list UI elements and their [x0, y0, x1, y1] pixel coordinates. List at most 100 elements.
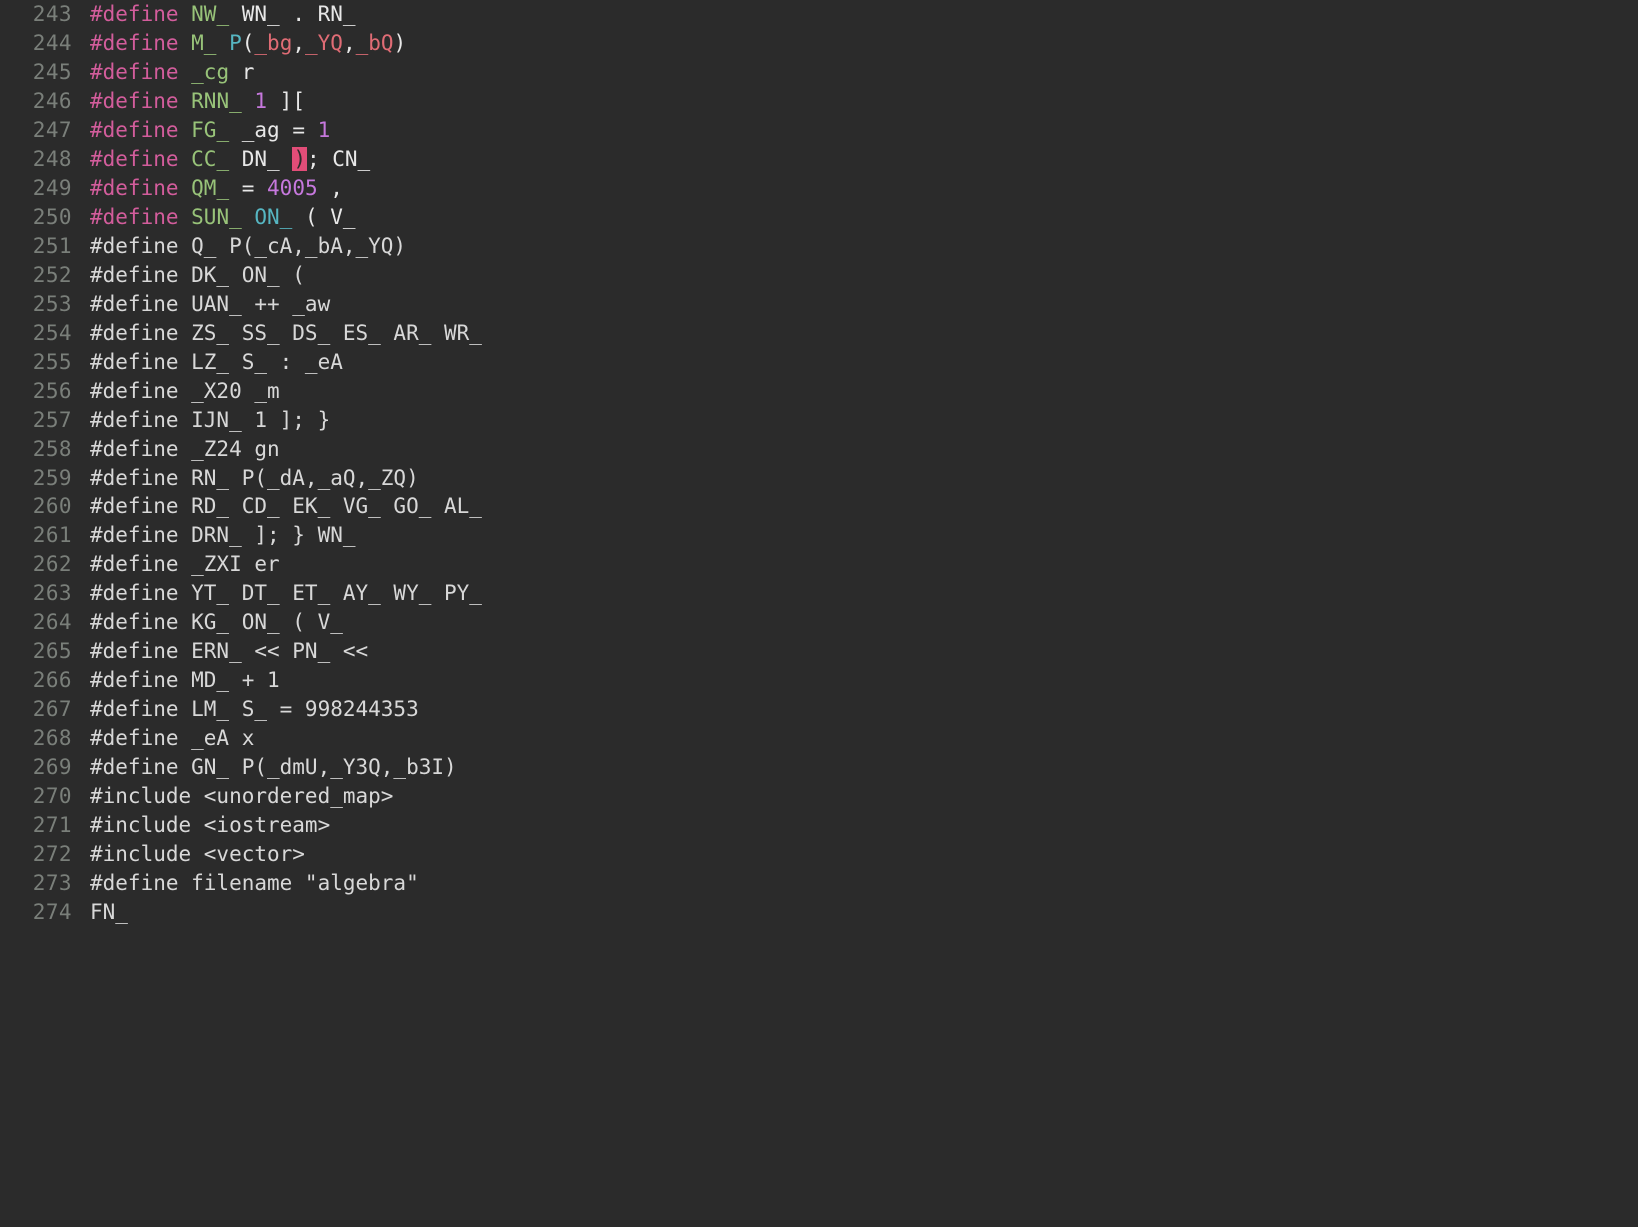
token: P: [229, 31, 242, 55]
token: #define _Z24 gn: [90, 437, 280, 461]
code-line[interactable]: 265#define ERN_ << PN_ <<: [0, 637, 1638, 666]
line-number: 254: [0, 319, 90, 348]
code-line[interactable]: 253#define UAN_ ++ _aw: [0, 290, 1638, 319]
code-line[interactable]: 267#define LM_ S_ = 998244353: [0, 695, 1638, 724]
code-line[interactable]: 272#include <vector>: [0, 840, 1638, 869]
line-number: 258: [0, 435, 90, 464]
token: NW_: [191, 2, 242, 26]
code-editor[interactable]: 243#define NW_ WN_ . RN_244#define M_ P(…: [0, 0, 1638, 927]
token: #define _ZXI er: [90, 552, 280, 576]
code-content: #define MD_ + 1: [90, 666, 280, 695]
line-number: 273: [0, 869, 90, 898]
token: ON_: [254, 205, 305, 229]
token: #define LM_ S_ = 998244353: [90, 697, 419, 721]
token: FN_: [90, 900, 128, 924]
line-number: 269: [0, 753, 90, 782]
code-line[interactable]: 247#define FG_ _ag = 1: [0, 116, 1638, 145]
code-line[interactable]: 271#include <iostream>: [0, 811, 1638, 840]
code-content: FN_: [90, 898, 128, 927]
line-number: 243: [0, 0, 90, 29]
code-line[interactable]: 263#define YT_ DT_ ET_ AY_ WY_ PY_: [0, 579, 1638, 608]
token: #define DK_ ON_ (: [90, 263, 305, 287]
code-line[interactable]: 266#define MD_ + 1: [0, 666, 1638, 695]
line-number: 252: [0, 261, 90, 290]
code-line[interactable]: 269#define GN_ P(_dmU,_Y3Q,_b3I): [0, 753, 1638, 782]
code-line[interactable]: 264#define KG_ ON_ ( V_: [0, 608, 1638, 637]
code-line[interactable]: 245#define _cg r: [0, 58, 1638, 87]
code-line[interactable]: 251#define Q_ P(_cA,_bA,_YQ): [0, 232, 1638, 261]
code-content: #define GN_ P(_dmU,_Y3Q,_b3I): [90, 753, 457, 782]
line-number: 264: [0, 608, 90, 637]
code-content: #define ERN_ << PN_ <<: [90, 637, 368, 666]
token: 1: [318, 118, 331, 142]
code-line[interactable]: 244#define M_ P(_bg,_YQ,_bQ): [0, 29, 1638, 58]
code-line[interactable]: 254#define ZS_ SS_ DS_ ES_ AR_ WR_: [0, 319, 1638, 348]
code-line[interactable]: 260#define RD_ CD_ EK_ VG_ GO_ AL_: [0, 492, 1638, 521]
line-number: 257: [0, 406, 90, 435]
code-content: #define KG_ ON_ ( V_: [90, 608, 343, 637]
token: ): [292, 147, 307, 171]
line-number: 263: [0, 579, 90, 608]
token: ,: [343, 31, 356, 55]
token: #define: [90, 60, 191, 84]
code-line[interactable]: 268#define _eA x: [0, 724, 1638, 753]
token: (: [242, 31, 255, 55]
code-line[interactable]: 252#define DK_ ON_ (: [0, 261, 1638, 290]
code-line[interactable]: 261#define DRN_ ]; } WN_: [0, 521, 1638, 550]
token: #define ZS_ SS_ DS_ ES_ AR_ WR_: [90, 321, 482, 345]
token: ; CN_: [307, 147, 370, 171]
token: #define _eA x: [90, 726, 254, 750]
token: SUN_: [191, 205, 254, 229]
line-number: 255: [0, 348, 90, 377]
line-number: 266: [0, 666, 90, 695]
token: #define RN_ P(_dA,_aQ,_ZQ): [90, 466, 419, 490]
code-line[interactable]: 274FN_: [0, 898, 1638, 927]
code-line[interactable]: 246#define RNN_ 1 ][: [0, 87, 1638, 116]
token: #define: [90, 147, 191, 171]
code-line[interactable]: 256#define _X20 _m: [0, 377, 1638, 406]
code-line[interactable]: 262#define _ZXI er: [0, 550, 1638, 579]
code-line[interactable]: 257#define IJN_ 1 ]; }: [0, 406, 1638, 435]
code-line[interactable]: 270#include <unordered_map>: [0, 782, 1638, 811]
line-number: 267: [0, 695, 90, 724]
token: #define DRN_ ]; } WN_: [90, 523, 356, 547]
token: RNN_: [191, 89, 254, 113]
token: #define YT_ DT_ ET_ AY_ WY_ PY_: [90, 581, 482, 605]
code-content: #include <unordered_map>: [90, 782, 393, 811]
code-content: #define M_ P(_bg,_YQ,_bQ): [90, 29, 406, 58]
code-content: #define _Z24 gn: [90, 435, 280, 464]
token: #include <unordered_map>: [90, 784, 393, 808]
token: ( V_: [305, 205, 356, 229]
token: #include <iostream>: [90, 813, 330, 837]
code-content: #define RNN_ 1 ][: [90, 87, 305, 116]
token: #define GN_ P(_dmU,_Y3Q,_b3I): [90, 755, 457, 779]
code-content: #define YT_ DT_ ET_ AY_ WY_ PY_: [90, 579, 482, 608]
token: ,: [330, 176, 343, 200]
token: #define LZ_ S_ : _eA: [90, 350, 343, 374]
line-number: 274: [0, 898, 90, 927]
code-line[interactable]: 250#define SUN_ ON_ ( V_: [0, 203, 1638, 232]
code-line[interactable]: 249#define QM_ = 4005 ,: [0, 174, 1638, 203]
code-content: #define Q_ P(_cA,_bA,_YQ): [90, 232, 406, 261]
line-number: 244: [0, 29, 90, 58]
code-line[interactable]: 243#define NW_ WN_ . RN_: [0, 0, 1638, 29]
code-line[interactable]: 259#define RN_ P(_dA,_aQ,_ZQ): [0, 464, 1638, 493]
code-content: #define RN_ P(_dA,_aQ,_ZQ): [90, 464, 419, 493]
token: _bg: [254, 31, 292, 55]
code-line[interactable]: 255#define LZ_ S_ : _eA: [0, 348, 1638, 377]
token: #include <vector>: [90, 842, 305, 866]
line-number: 253: [0, 290, 90, 319]
code-line[interactable]: 248#define CC_ DN_ ); CN_: [0, 145, 1638, 174]
line-number: 250: [0, 203, 90, 232]
token: #define ERN_ << PN_ <<: [90, 639, 368, 663]
line-number: 270: [0, 782, 90, 811]
line-number: 246: [0, 87, 90, 116]
token: RN_: [318, 2, 356, 26]
code-line[interactable]: 258#define _Z24 gn: [0, 435, 1638, 464]
token: _ag: [242, 118, 293, 142]
token: r: [242, 60, 255, 84]
code-line[interactable]: 273#define filename "algebra": [0, 869, 1638, 898]
line-number: 248: [0, 145, 90, 174]
token: #define: [90, 31, 191, 55]
code-content: #define _cg r: [90, 58, 254, 87]
